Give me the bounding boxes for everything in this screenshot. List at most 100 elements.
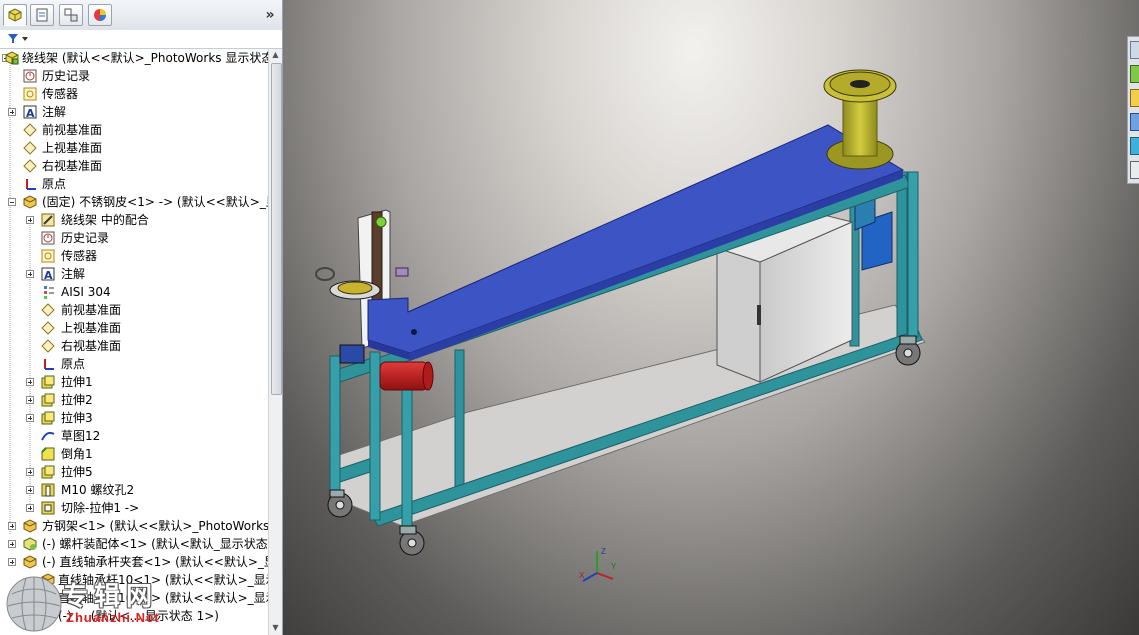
- extrude-icon: [40, 374, 56, 390]
- tree-row-label: 历史记录: [61, 231, 110, 245]
- tree-row[interactable]: 上视基准面: [0, 139, 268, 157]
- plane-icon: [40, 338, 56, 354]
- tree-row[interactable]: 前视基准面: [0, 121, 268, 139]
- wire-spool: [823, 69, 897, 170]
- plane-icon: [40, 302, 56, 318]
- tree-row[interactable]: 上视基准面: [0, 319, 268, 337]
- expand-toggle[interactable]: [26, 468, 34, 476]
- tree-row[interactable]: 拉伸1: [0, 373, 268, 391]
- tree-row[interactable]: 传感器: [0, 85, 268, 103]
- tree-row-label: (-) 直线轴承杆夹套<1> (默认<<默认>_显: [42, 555, 268, 569]
- configurationmanager-icon: [64, 8, 78, 22]
- tree-row-label: 切除-拉伸1 ->: [61, 501, 140, 515]
- expand-toggle[interactable]: [26, 414, 34, 422]
- tree-row[interactable]: 历史记录: [0, 229, 268, 247]
- expand-toggle[interactable]: [26, 270, 34, 278]
- collapse-toggle[interactable]: [8, 198, 16, 206]
- origin-icon: [40, 356, 56, 372]
- tree-row-label: 传感器: [42, 87, 79, 101]
- configurationmanager-tab[interactable]: [59, 4, 83, 26]
- tree-row[interactable]: 右视基准面: [0, 337, 268, 355]
- plane-icon: [40, 320, 56, 336]
- featuremanager-tab[interactable]: [3, 4, 27, 26]
- tree-row[interactable]: 历史记录: [0, 67, 268, 85]
- filter-icon[interactable]: [4, 31, 32, 46]
- feature-manager-panel: » 绕线架 (默认<<默认>_PhotoWorks 显示状态 历史记录 传感器 A 注解…: [0, 0, 283, 635]
- tree-row[interactable]: 倒角1: [0, 445, 268, 463]
- expand-toggle[interactable]: [26, 216, 34, 224]
- resources-icon[interactable]: [1130, 41, 1139, 59]
- tree-row[interactable]: M10 螺纹孔2: [0, 481, 268, 499]
- tree-row[interactable]: 右视基准面: [0, 157, 268, 175]
- tree-row[interactable]: 原点: [0, 175, 268, 193]
- expand-toggle[interactable]: [8, 522, 16, 530]
- propertymanager-tab[interactable]: [30, 4, 54, 26]
- appearances-icon[interactable]: [1130, 137, 1139, 155]
- sensor-icon: [22, 86, 38, 102]
- tree-row[interactable]: 前视基准面: [0, 301, 268, 319]
- tree-row[interactable]: 草图12: [0, 427, 268, 445]
- tree-row[interactable]: 切除-拉伸1 ->: [0, 499, 268, 517]
- tree-row-label: 倒角1: [61, 447, 93, 461]
- electrical-cabinet: [716, 247, 761, 383]
- tree-row-label: 草图12: [61, 429, 101, 443]
- tree-row-label: AISI 304: [61, 285, 111, 299]
- tree-row-label: 传感器: [61, 249, 98, 263]
- tree-row[interactable]: A 注解: [0, 265, 268, 283]
- sketch-icon: [40, 428, 56, 444]
- tree-row-label: M10 螺纹孔2: [61, 483, 135, 497]
- tree-row-label: 拉伸3: [61, 411, 93, 425]
- file-explorer-icon[interactable]: [1130, 89, 1139, 107]
- view-palette-icon[interactable]: [1130, 113, 1139, 131]
- expand-toggle[interactable]: [8, 540, 16, 548]
- tree-row[interactable]: 绕线架 (默认<<默认>_PhotoWorks 显示状态: [0, 49, 268, 67]
- extrude-icon: [40, 410, 56, 426]
- expand-toggle[interactable]: [8, 558, 16, 566]
- tree-row[interactable]: 绕线架 中的配合: [0, 211, 268, 229]
- tree-row[interactable]: 方钢架<1> (默认<<默认>_PhotoWorks: [0, 517, 268, 535]
- design-library-icon[interactable]: [1130, 65, 1139, 83]
- svg-text:A: A: [44, 269, 53, 282]
- tree-row-label: 前视基准面: [61, 303, 122, 317]
- scroll-down-arrow[interactable]: ▼: [271, 623, 280, 633]
- mates-icon: [40, 212, 56, 228]
- tree-row[interactable]: AISI 304: [0, 283, 268, 301]
- watermark-globe-logo: [6, 576, 62, 632]
- expand-toggle[interactable]: [26, 378, 34, 386]
- expand-toggle[interactable]: [26, 396, 34, 404]
- expand-toggle[interactable]: [26, 504, 34, 512]
- tree-row-label: 拉伸5: [61, 465, 93, 479]
- displaymanager-tab[interactable]: [88, 4, 112, 26]
- tree-row[interactable]: (-) 螺杆装配体<1> (默认<默认_显示状态-: [0, 535, 268, 553]
- tree-scrollbar[interactable]: ▲ ▼: [268, 49, 282, 635]
- history-icon: [40, 230, 56, 246]
- scroll-up-arrow[interactable]: ▲: [271, 50, 280, 60]
- triad-z-axis: [582, 572, 598, 582]
- tree-row[interactable]: 拉伸3: [0, 409, 268, 427]
- tree-row-label: 原点: [42, 177, 67, 191]
- tree-row[interactable]: 原点: [0, 355, 268, 373]
- expand-toggle[interactable]: [8, 108, 16, 116]
- tree-row[interactable]: (-) 直线轴承杆夹套<1> (默认<<默认>_显: [0, 553, 268, 571]
- tree-row[interactable]: (固定) 不锈钢皮<1> -> (默认<<默认>_显: [0, 193, 268, 211]
- tree-row[interactable]: A 注解: [0, 103, 268, 121]
- wire-winding-rack-model[interactable]: [283, 0, 1139, 635]
- tree-row[interactable]: 传感器: [0, 247, 268, 265]
- scrollbar-thumb[interactable]: [271, 63, 282, 395]
- tree-row-label: 前视基准面: [42, 123, 103, 137]
- sensor-icon: [40, 248, 56, 264]
- custom-properties-icon[interactable]: [1130, 161, 1139, 179]
- tree-row[interactable]: 拉伸2: [0, 391, 268, 409]
- material-icon: [40, 284, 56, 300]
- expand-toggle[interactable]: [26, 486, 34, 494]
- tree-row[interactable]: 拉伸5: [0, 463, 268, 481]
- plane-icon: [22, 122, 38, 138]
- plane-icon: [22, 140, 38, 156]
- tree-row-label: (固定) 不锈钢皮<1> -> (默认<<默认>_显: [42, 195, 268, 209]
- tree-row-label: 拉伸2: [61, 393, 93, 407]
- expand-panel-button[interactable]: »: [262, 6, 278, 24]
- propertymanager-icon: [36, 8, 48, 22]
- watermark-title: 专辑网: [62, 582, 159, 612]
- view-triad: Z Y X: [579, 547, 617, 582]
- graphics-area[interactable]: Z Y X: [283, 0, 1139, 635]
